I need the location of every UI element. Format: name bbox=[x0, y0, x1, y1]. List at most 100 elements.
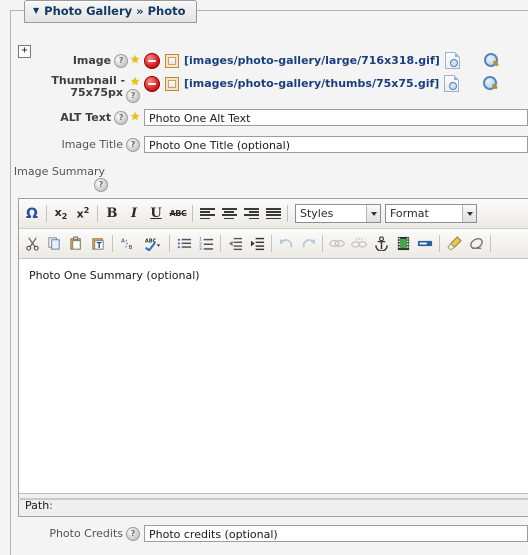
toolbar-divider bbox=[271, 235, 272, 252]
form-row-image: Image ? ★ [images/photo-gallery/large/71… bbox=[0, 52, 528, 69]
tab-title-sub: Photo bbox=[147, 4, 186, 18]
chevron-down-icon bbox=[462, 205, 476, 222]
help-icon[interactable]: ? bbox=[126, 527, 140, 541]
photo-credits-label-cell: Photo Credits ? bbox=[0, 525, 144, 541]
help-icon[interactable]: ? bbox=[114, 54, 129, 68]
help-icon[interactable]: ? bbox=[114, 111, 129, 125]
thumbnail-field-cell: [images/photo-gallery/thumbs/75x75.gif] bbox=[144, 75, 528, 92]
image-summary-label-cell: Image Summary ? bbox=[0, 163, 112, 192]
paintbrush-icon[interactable] bbox=[443, 233, 465, 255]
form-row-alt-text: ALT Text ? ★ Photo One Alt Text bbox=[0, 109, 528, 126]
eraser-icon[interactable] bbox=[465, 233, 487, 255]
align-justify-icon[interactable] bbox=[262, 203, 284, 225]
toolbar-divider bbox=[220, 235, 221, 252]
toolbar-divider bbox=[112, 235, 113, 252]
image-title-input[interactable]: Photo One Title (optional) bbox=[144, 136, 528, 153]
svg-text:B: B bbox=[128, 245, 132, 251]
editor-toolbar-row-2: T AB ABC 123 bbox=[19, 229, 528, 259]
thumbnail-path-link[interactable]: [images/photo-gallery/thumbs/75x75.gif] bbox=[184, 77, 439, 90]
photo-credits-input[interactable]: Photo credits (optional) bbox=[144, 525, 528, 542]
image-label: Image bbox=[72, 54, 112, 67]
editor-body-text: Photo One Summary (optional) bbox=[29, 269, 200, 282]
align-left-icon[interactable] bbox=[196, 203, 218, 225]
svg-text:A: A bbox=[120, 239, 124, 245]
superscript-icon[interactable]: x2 bbox=[72, 203, 94, 225]
special-character-icon[interactable]: Ω bbox=[21, 203, 43, 225]
image-path-link[interactable]: [images/photo-gallery/large/716x318.gif] bbox=[184, 54, 440, 67]
image-icon[interactable] bbox=[165, 53, 179, 68]
subscript-icon[interactable]: x2 bbox=[50, 203, 72, 225]
outdent-icon[interactable] bbox=[224, 233, 246, 255]
toolbar-divider bbox=[287, 205, 288, 222]
image-title-label-cell: Image Title ? bbox=[0, 136, 144, 152]
alt-text-label: ALT Text bbox=[60, 111, 112, 124]
flash-icon[interactable] bbox=[414, 233, 436, 255]
svg-text:T: T bbox=[96, 241, 102, 250]
numbered-list-icon[interactable]: 123 bbox=[195, 233, 217, 255]
strikethrough-icon[interactable]: ABC bbox=[167, 203, 189, 225]
editor-bottom-shadow bbox=[18, 498, 528, 500]
alt-text-input[interactable]: Photo One Alt Text bbox=[144, 109, 528, 126]
photo-credits-field-cell: Photo credits (optional) bbox=[144, 525, 528, 542]
italic-icon[interactable]: I bbox=[123, 203, 145, 225]
redo-icon[interactable] bbox=[297, 233, 319, 255]
styles-select[interactable]: Styles bbox=[295, 204, 381, 223]
required-star-icon: ★ bbox=[130, 110, 140, 123]
alt-text-field-cell: Photo One Alt Text bbox=[144, 109, 528, 126]
editor-toolbar-row-1: Ω x2 x2 B I U ABC Styles Format bbox=[19, 199, 528, 229]
link-icon[interactable] bbox=[326, 233, 348, 255]
bold-icon[interactable]: B bbox=[101, 203, 123, 225]
thumbnail-label-cell: Thumbnail - ★ 75x75px? bbox=[0, 75, 144, 103]
indent-icon[interactable] bbox=[246, 233, 268, 255]
photo-credits-label: Photo Credits bbox=[49, 527, 123, 540]
document-preview-icon[interactable] bbox=[444, 52, 460, 69]
unlink-icon[interactable] bbox=[348, 233, 370, 255]
image-label-cell: Image ? ★ bbox=[0, 52, 144, 68]
form-row-photo-credits: Photo Credits ? Photo credits (optional) bbox=[0, 525, 528, 542]
format-select[interactable]: Format bbox=[385, 204, 477, 223]
toolbar-divider bbox=[192, 205, 193, 222]
find-replace-icon[interactable]: AB bbox=[116, 233, 138, 255]
toolbar-divider bbox=[97, 205, 98, 222]
image-summary-label: Image Summary bbox=[13, 165, 105, 178]
media-icon[interactable] bbox=[392, 233, 414, 255]
help-icon[interactable]: ? bbox=[126, 89, 140, 103]
bulleted-list-icon[interactable] bbox=[173, 233, 195, 255]
form-rows-bottom: Photo Credits ? Photo credits (optional) bbox=[0, 525, 528, 548]
image-field-cell: [images/photo-gallery/large/716x318.gif] bbox=[144, 52, 528, 69]
tab-separator: » bbox=[136, 4, 144, 18]
required-star-icon: ★ bbox=[130, 75, 140, 88]
styles-select-value: Styles bbox=[300, 207, 334, 220]
toolbar-divider bbox=[169, 235, 170, 252]
document-preview-icon[interactable] bbox=[444, 75, 460, 92]
form-rows: Image ? ★ [images/photo-gallery/large/71… bbox=[0, 52, 528, 198]
cut-icon[interactable] bbox=[21, 233, 43, 255]
magnifier-icon[interactable] bbox=[483, 53, 499, 68]
underline-icon[interactable]: U bbox=[145, 203, 167, 225]
editor-content-area[interactable]: Photo One Summary (optional) bbox=[19, 259, 528, 493]
fieldset-tab-photo-gallery-photo[interactable]: ▼ Photo Gallery » Photo bbox=[24, 0, 197, 23]
chevron-down-icon bbox=[366, 205, 380, 222]
toolbar-divider bbox=[490, 235, 491, 252]
paste-text-icon[interactable]: T bbox=[87, 233, 109, 255]
anchor-icon[interactable] bbox=[370, 233, 392, 255]
help-icon[interactable]: ? bbox=[94, 178, 108, 192]
image-title-field-cell: Photo One Title (optional) bbox=[144, 136, 528, 153]
copy-icon[interactable] bbox=[43, 233, 65, 255]
svg-text:3: 3 bbox=[199, 246, 202, 251]
toolbar-divider bbox=[322, 235, 323, 252]
align-right-icon[interactable] bbox=[240, 203, 262, 225]
chevron-down-icon: ▼ bbox=[33, 6, 40, 15]
thumbnail-label-line2: 75x75px bbox=[70, 86, 123, 99]
spellcheck-icon[interactable]: ABC bbox=[138, 233, 166, 255]
align-center-icon[interactable] bbox=[218, 203, 240, 225]
format-select-value: Format bbox=[390, 207, 429, 220]
magnifier-icon[interactable] bbox=[483, 76, 498, 91]
undo-icon[interactable] bbox=[275, 233, 297, 255]
paste-icon[interactable] bbox=[65, 233, 87, 255]
delete-icon[interactable] bbox=[144, 75, 160, 92]
help-icon[interactable]: ? bbox=[126, 138, 140, 152]
image-icon[interactable] bbox=[165, 76, 179, 91]
tab-title-main: Photo Gallery bbox=[44, 4, 133, 18]
delete-icon[interactable] bbox=[144, 52, 160, 69]
